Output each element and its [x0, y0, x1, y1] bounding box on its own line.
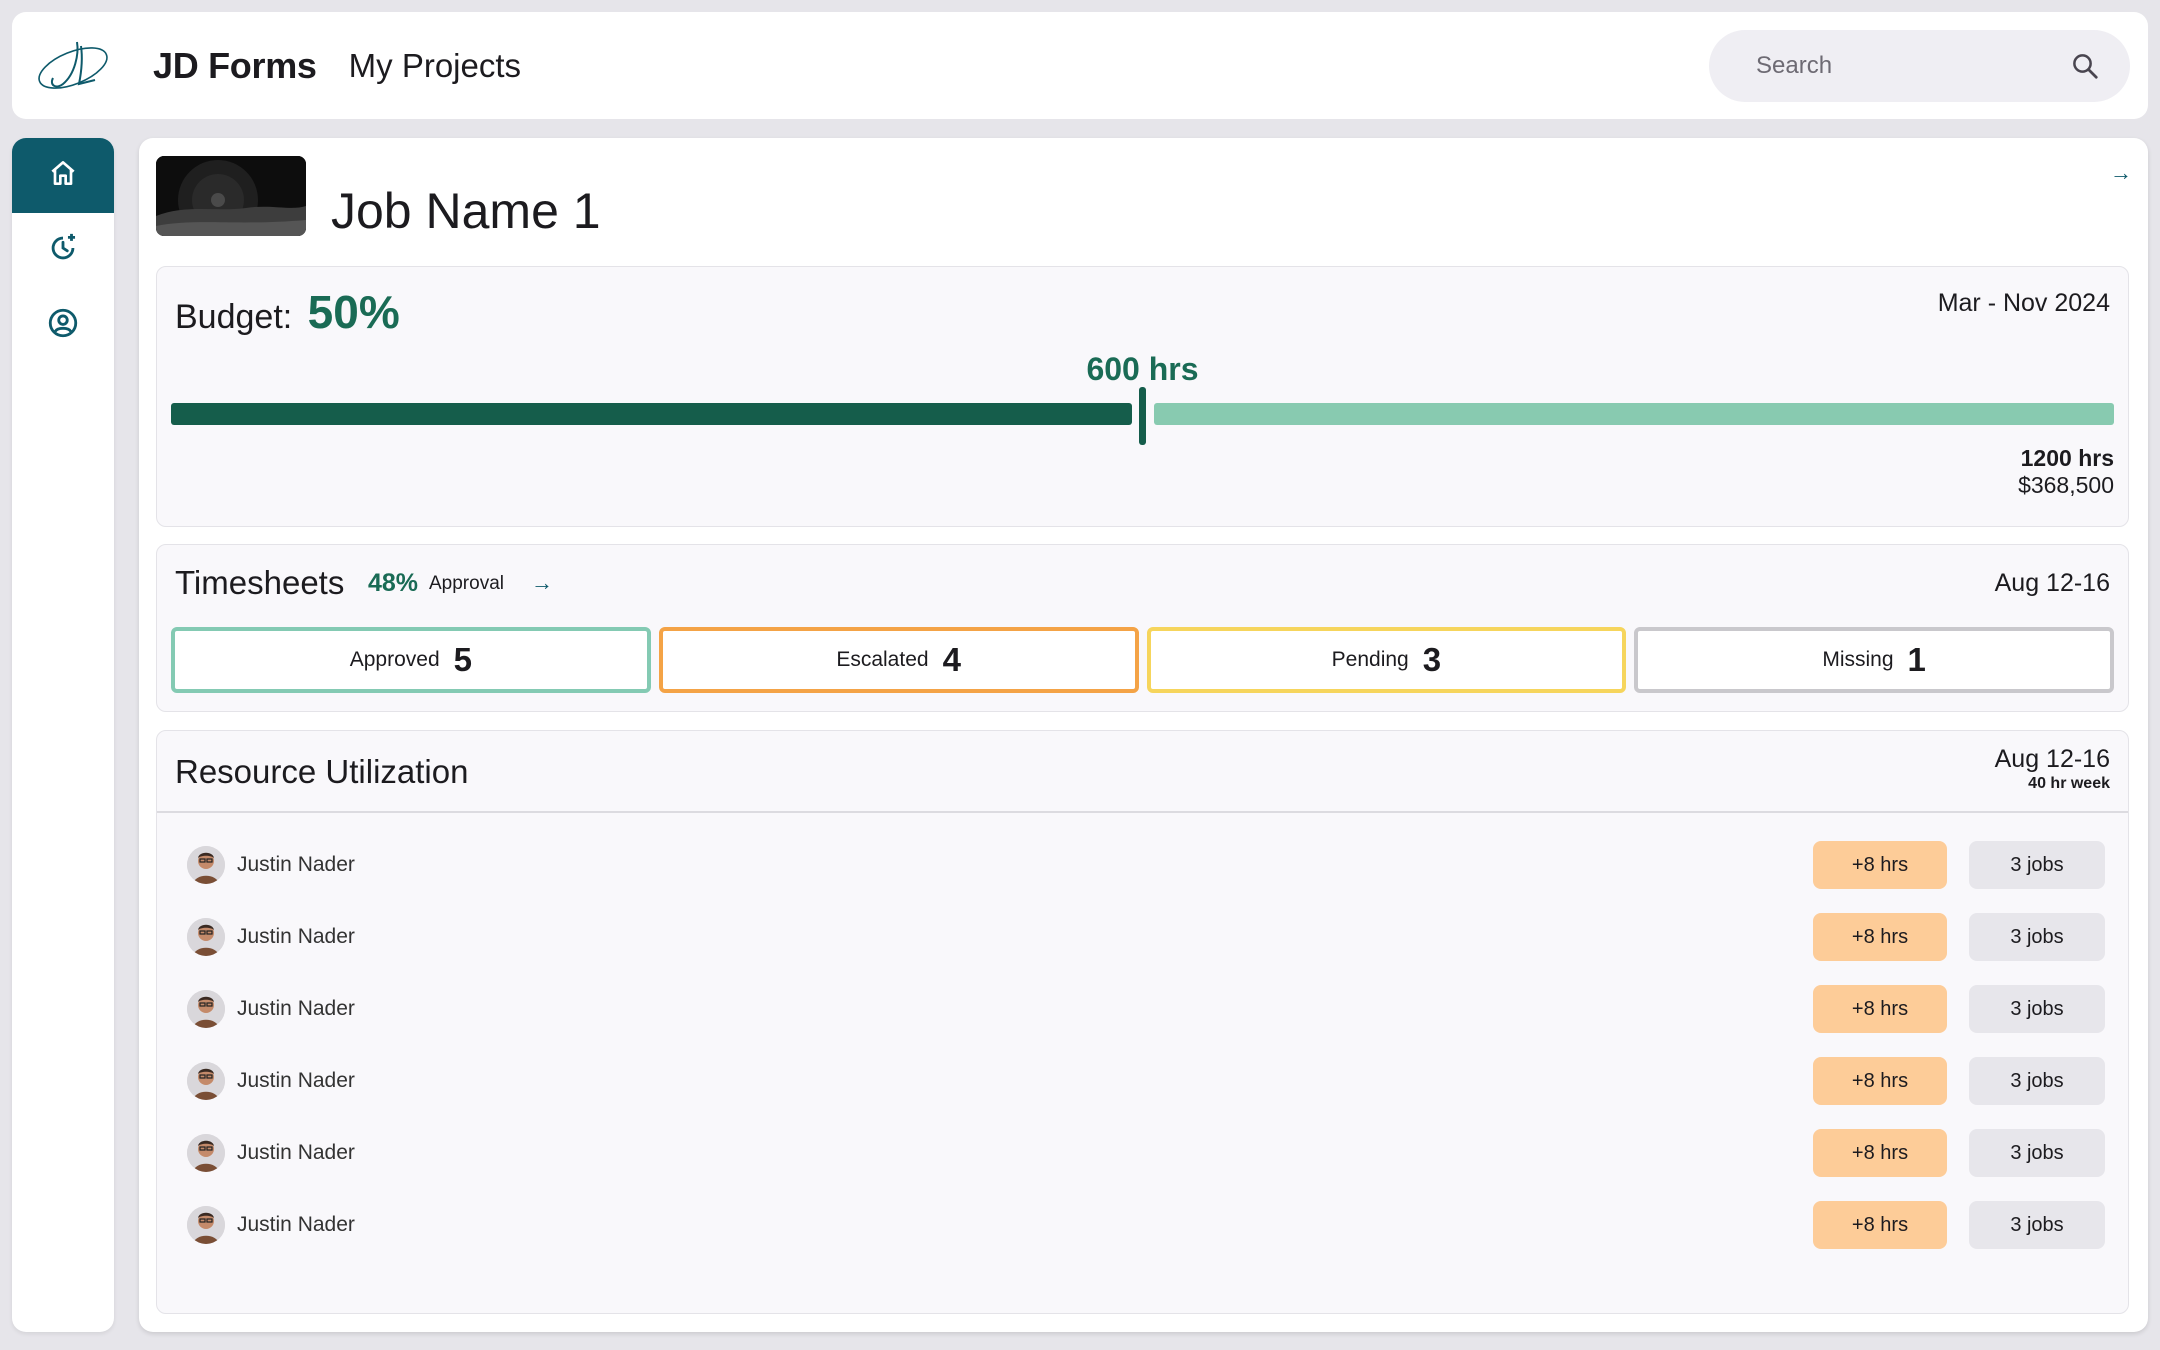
list-item[interactable]: Justin Nader +8 hrs 3 jobs — [157, 1117, 2128, 1189]
jobs-chip[interactable]: 3 jobs — [1969, 913, 2105, 961]
status-count: 3 — [1422, 641, 1442, 678]
resource-name: Justin Nader — [237, 925, 355, 948]
list-item[interactable]: Justin Nader +8 hrs 3 jobs — [157, 901, 2128, 973]
avatar — [187, 918, 225, 956]
hours-chip[interactable]: +8 hrs — [1813, 841, 1947, 889]
status-label: Approved — [349, 648, 440, 671]
budget-bar-remaining — [1153, 403, 2114, 425]
status-count: 1 — [1907, 641, 1926, 678]
job-thumbnail — [156, 156, 306, 236]
budget-bar-used — [171, 403, 1132, 425]
nav-timesheet-history[interactable] — [12, 213, 114, 288]
status-label: Missing — [1822, 648, 1894, 671]
budget-label: Budget: — [175, 298, 293, 336]
budget-marker — [1139, 387, 1146, 445]
nav-home[interactable] — [12, 138, 114, 213]
budget-panel: Budget: 50% Mar - Nov 2024 600 hrs 1200 … — [156, 266, 2129, 527]
resource-name: Justin Nader — [237, 853, 355, 876]
status-label: Escalated — [836, 648, 929, 671]
page-title: My Projects — [348, 46, 522, 84]
status-label: Pending — [1331, 648, 1409, 671]
list-item[interactable]: Justin Nader +8 hrs 3 jobs — [157, 829, 2128, 901]
job-detail-card: Job Name 1 → Budget: 50% Mar - Nov 2024 … — [139, 138, 2148, 1332]
list-item[interactable]: Justin Nader +8 hrs 3 jobs — [157, 1045, 2128, 1117]
jd-logo[interactable] — [29, 31, 117, 101]
timesheets-date-range: Aug 12-16 — [1994, 569, 2110, 597]
resource-name: Justin Nader — [237, 1141, 355, 1164]
app-name: JD Forms — [153, 44, 317, 86]
nav-profile[interactable] — [12, 288, 114, 363]
job-title: Job Name 1 — [331, 183, 601, 239]
avatar — [187, 990, 225, 1028]
history-add-icon — [46, 231, 80, 270]
hours-chip[interactable]: +8 hrs — [1813, 1057, 1947, 1105]
status-pending[interactable]: Pending 3 — [1146, 627, 1627, 693]
budget-progress-bar — [171, 387, 2114, 445]
avatar — [187, 1062, 225, 1100]
jobs-chip[interactable]: 3 jobs — [1969, 841, 2105, 889]
jobs-chip[interactable]: 3 jobs — [1969, 1057, 2105, 1105]
list-item[interactable]: Justin Nader +8 hrs 3 jobs — [157, 1189, 2128, 1261]
jobs-chip[interactable]: 3 jobs — [1969, 1201, 2105, 1249]
resource-name: Justin Nader — [237, 1213, 355, 1236]
resource-name: Justin Nader — [237, 1069, 355, 1092]
status-count: 4 — [942, 641, 961, 678]
avatar — [187, 1134, 225, 1172]
approval-label: Approval — [429, 573, 504, 594]
resource-week-note: 40 hr week — [2028, 775, 2110, 792]
hours-chip[interactable]: +8 hrs — [1813, 1129, 1947, 1177]
status-approved[interactable]: Approved 5 — [171, 627, 651, 693]
resource-title: Resource Utilization — [175, 753, 469, 790]
timesheets-panel: Timesheets 48% Approval → Aug 12-16 Appr… — [156, 544, 2129, 712]
budget-used-hours: 600 hrs — [1086, 351, 1199, 387]
resource-utilization-panel: Resource Utilization Aug 12-16 40 hr wee… — [156, 730, 2129, 1314]
resource-list: Justin Nader +8 hrs 3 jobs Justin Nader … — [157, 829, 2128, 1261]
budget-date-range: Mar - Nov 2024 — [1937, 289, 2110, 317]
resource-name: Justin Nader — [237, 997, 355, 1020]
search-input[interactable] — [1756, 52, 2068, 80]
jobs-chip[interactable]: 3 jobs — [1969, 1129, 2105, 1177]
avatar — [187, 1206, 225, 1244]
arrow-right-icon[interactable]: → — [522, 565, 562, 601]
timesheets-title: Timesheets — [175, 564, 345, 601]
budget-percent: 50% — [307, 286, 400, 338]
navigation-rail — [12, 138, 114, 1332]
home-icon — [47, 157, 79, 194]
budget-total-hours: 1200 hrs — [2020, 445, 2114, 471]
status-escalated[interactable]: Escalated 4 — [658, 627, 1139, 693]
budget-total-cost: $368,500 — [2018, 472, 2114, 498]
avatar — [187, 846, 225, 884]
search-icon[interactable] — [2068, 49, 2102, 83]
status-count: 5 — [453, 641, 472, 678]
resource-header: Resource Utilization Aug 12-16 40 hr wee… — [157, 731, 2128, 813]
hours-chip[interactable]: +8 hrs — [1813, 985, 1947, 1033]
timesheet-status-row: Approved 5 Escalated 4 Pending 3 Missing… — [171, 627, 2114, 693]
top-app-bar: JD Forms My Projects — [12, 12, 2148, 119]
account-circle-icon — [46, 306, 80, 345]
arrow-right-icon[interactable]: → — [2110, 160, 2132, 186]
status-missing[interactable]: Missing 1 — [1634, 627, 2114, 693]
hours-chip[interactable]: +8 hrs — [1813, 913, 1947, 961]
list-item[interactable]: Justin Nader +8 hrs 3 jobs — [157, 973, 2128, 1045]
approval-percent: 48% — [368, 569, 419, 597]
resource-date-range: Aug 12-16 — [1994, 745, 2110, 773]
hours-chip[interactable]: +8 hrs — [1813, 1201, 1947, 1249]
jobs-chip[interactable]: 3 jobs — [1969, 985, 2105, 1033]
budget-heading: Budget: 50% — [175, 285, 400, 339]
budget-total: 1200 hrs $368,500 — [2018, 445, 2114, 499]
search-bar[interactable] — [1709, 30, 2130, 102]
